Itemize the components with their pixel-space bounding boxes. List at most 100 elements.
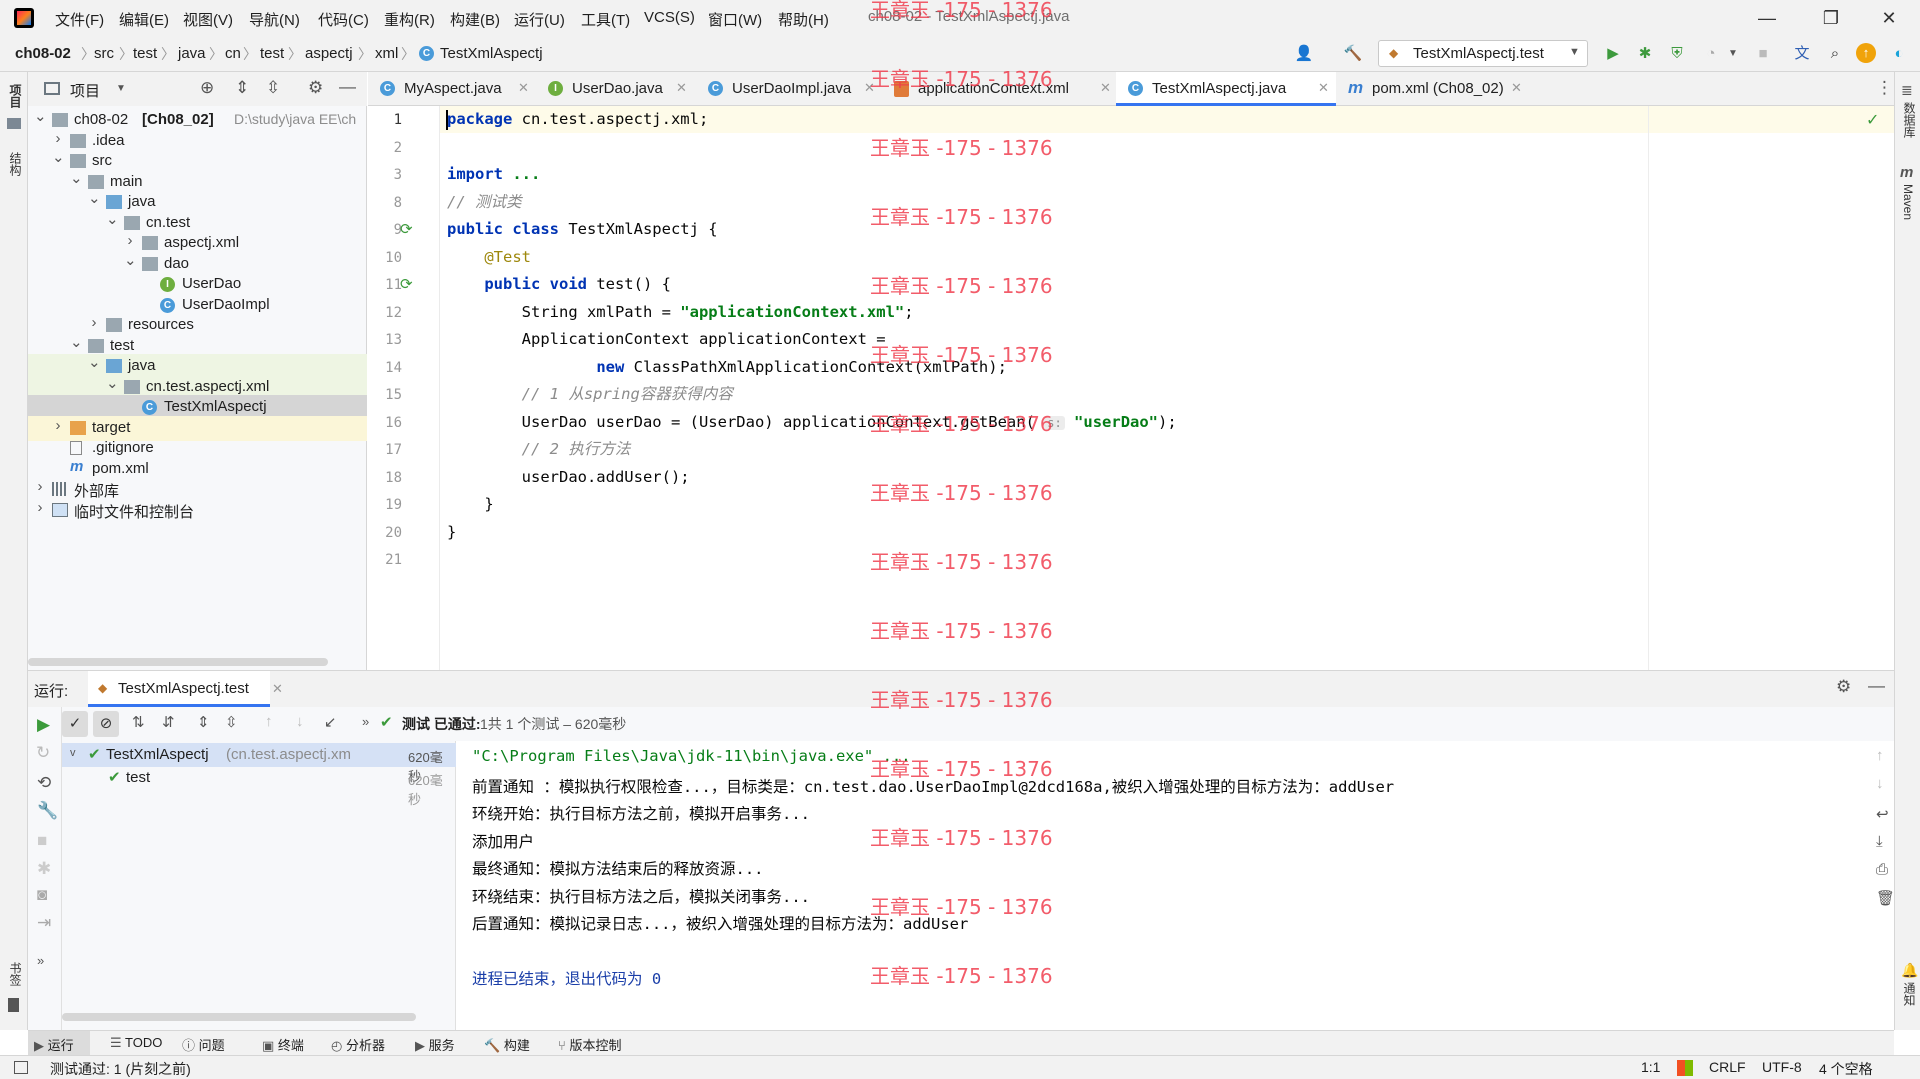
user-icon[interactable]: 👤	[1293, 43, 1315, 65]
print-icon[interactable]: ⎙	[1876, 861, 1888, 878]
chevron-down-icon[interactable]: ⌄	[88, 189, 101, 207]
chevron-down-icon[interactable]: ⌄	[70, 169, 83, 187]
up-icon[interactable]: ↑	[1876, 747, 1884, 764]
console-output[interactable]: "C:\Program Files\Java\jdk-11\bin\java.e…	[456, 741, 1876, 1031]
debug-icon[interactable]: ✱	[37, 859, 51, 879]
status-message[interactable]: 测试通过: 1 (片刻之前)	[50, 1059, 191, 1079]
down-icon[interactable]: ↓	[1876, 775, 1884, 792]
menu-navigate[interactable]: 导航(N)	[249, 9, 300, 30]
show-passed-icon[interactable]: ✓	[62, 711, 88, 737]
chevron-right-icon[interactable]: ›	[34, 478, 46, 495]
chevron-down-icon[interactable]: ⌄	[124, 251, 137, 269]
scroll-to-end-icon[interactable]: ⤓	[1876, 833, 1883, 850]
camera-icon[interactable]: ◙	[37, 885, 47, 905]
toggle-auto-test-icon[interactable]: ⟲	[37, 773, 51, 793]
caret-position[interactable]: 1:1	[1641, 1059, 1660, 1075]
project-panel-title[interactable]: 项目	[70, 80, 100, 101]
chevron-right-icon[interactable]: ›	[52, 417, 64, 434]
update-icon[interactable]: ↑	[1856, 43, 1876, 63]
gear-icon[interactable]: ⚙	[1836, 677, 1851, 697]
breadcrumb-file[interactable]: TestXmlAspectj	[440, 45, 543, 62]
menu-vcs[interactable]: VCS(S)	[644, 9, 695, 26]
menu-tools[interactable]: 工具(T)	[581, 9, 630, 30]
import-tests-icon[interactable]: ↙	[324, 713, 337, 731]
chevron-down-icon[interactable]: ▼	[1722, 43, 1744, 65]
more-icon[interactable]: »	[362, 714, 369, 729]
notifications-tool-tab[interactable]: 通知	[1901, 982, 1918, 1006]
menu-help[interactable]: 帮助(H)	[778, 9, 829, 30]
maven-tool-tab[interactable]: Maven	[1901, 184, 1915, 220]
chevron-down-icon[interactable]: ⌄	[70, 333, 83, 351]
expand-all-icon[interactable]: ⇕	[235, 78, 249, 98]
bookmarks-tool-tab[interactable]: 书签	[7, 962, 24, 986]
database-tool-tab[interactable]: 数据库	[1901, 102, 1918, 138]
chevron-down-icon[interactable]: ⌄	[34, 107, 47, 125]
locate-icon[interactable]: ⊕	[200, 78, 214, 98]
toggle-tool-windows-icon[interactable]	[14, 1061, 28, 1074]
chevron-down-icon[interactable]: ⌄	[52, 148, 65, 166]
tab-pom[interactable]: m pom.xml (Ch08_02) ✕	[1336, 72, 1526, 106]
run-icon[interactable]: ▶	[1602, 43, 1624, 65]
soft-wrap-icon[interactable]: ↩	[1876, 805, 1889, 823]
close-tab-icon[interactable]: ✕	[1100, 80, 1111, 96]
chevron-down-icon[interactable]: ⌄	[106, 374, 119, 392]
rerun-icon[interactable]: ▶	[37, 715, 50, 735]
tool-build[interactable]: 🔨 构建	[484, 1035, 530, 1054]
collapse-all-icon[interactable]: ⇳	[266, 78, 280, 98]
tool-problems[interactable]: ⓘ 问题	[182, 1035, 225, 1054]
indent-setting[interactable]: 4 个空格	[1819, 1059, 1873, 1079]
file-encoding[interactable]: UTF-8	[1762, 1059, 1802, 1075]
show-ignored-icon[interactable]: ⊘	[93, 711, 119, 737]
menu-refactor[interactable]: 重构(R)	[384, 9, 435, 30]
stop-icon[interactable]: ■	[37, 831, 47, 851]
breadcrumb-cn[interactable]: cn	[225, 45, 241, 62]
breadcrumb-test[interactable]: test	[133, 45, 157, 62]
tab-userdao[interactable]: I UserDao.java ✕	[536, 72, 696, 106]
tool-terminal[interactable]: ▣ 终端	[262, 1035, 304, 1054]
more-icon[interactable]: »	[37, 953, 44, 968]
code-editor[interactable]: ✓ package cn.test.aspectj.xml; import ...…	[440, 106, 1894, 670]
translate-icon[interactable]: 文	[1791, 43, 1813, 65]
no-problems-check-icon[interactable]: ✓	[1866, 110, 1879, 130]
sort-duration-icon[interactable]: ⇵	[162, 713, 175, 731]
next-icon[interactable]: ↓	[296, 713, 304, 730]
horizontal-scrollbar[interactable]	[62, 1013, 416, 1021]
project-tool-tab[interactable]: 项目	[7, 84, 24, 108]
search-icon[interactable]: ⌕	[1824, 43, 1846, 65]
tool-services[interactable]: ▶ 服务	[415, 1035, 455, 1054]
close-tab-icon[interactable]: ✕	[676, 80, 687, 96]
menu-build[interactable]: 构建(B)	[450, 9, 500, 30]
collapse-all-icon[interactable]: ⇳	[225, 713, 238, 731]
menu-code[interactable]: 代码(C)	[318, 9, 369, 30]
chevron-down-icon[interactable]: ▼	[116, 83, 126, 94]
gear-icon[interactable]: ⚙	[308, 78, 323, 98]
chevron-down-icon[interactable]: ⌄	[106, 210, 119, 228]
minimize-button[interactable]: —	[1752, 4, 1782, 32]
breadcrumb-project[interactable]: ch08-02	[15, 45, 71, 62]
close-tab-icon[interactable]: ✕	[272, 681, 283, 697]
coverage-icon[interactable]: ⛨	[1666, 43, 1688, 65]
breadcrumb-java[interactable]: java	[178, 45, 206, 62]
tree-node[interactable]: › 临时文件和控制台	[28, 498, 367, 523]
sort-alpha-icon[interactable]: ⇅	[132, 713, 145, 731]
trash-icon[interactable]: 🗑	[1876, 889, 1895, 907]
previous-icon[interactable]: ↑	[265, 713, 273, 730]
test-method-name[interactable]: test	[126, 769, 150, 786]
close-tab-icon[interactable]: ✕	[518, 80, 529, 96]
profile-icon[interactable]: ◔	[1700, 43, 1722, 65]
chevron-right-icon[interactable]: ›	[124, 232, 136, 249]
tool-todo[interactable]: ☰ TODO	[110, 1035, 162, 1051]
chevron-right-icon[interactable]: ›	[34, 499, 46, 516]
menu-edit[interactable]: 编辑(E)	[119, 9, 169, 30]
debug-icon[interactable]: ✱	[1634, 43, 1656, 65]
exit-icon[interactable]: ⇥	[37, 913, 51, 933]
maximize-button[interactable]: ❐	[1816, 4, 1846, 32]
chevron-right-icon[interactable]: ›	[88, 314, 100, 331]
more-tabs-icon[interactable]: ⋮	[1876, 78, 1893, 98]
tool-version-control[interactable]: ⑂ 版本控制	[558, 1035, 621, 1054]
build-hammer-icon[interactable]: 🔨	[1342, 43, 1364, 65]
horizontal-scrollbar[interactable]	[28, 658, 328, 666]
tab-testxmlaspectj[interactable]: C TestXmlAspectj.java ✕	[1116, 72, 1336, 106]
menu-window[interactable]: 窗口(W)	[708, 9, 762, 30]
expand-all-icon[interactable]: ⇕	[197, 713, 210, 731]
